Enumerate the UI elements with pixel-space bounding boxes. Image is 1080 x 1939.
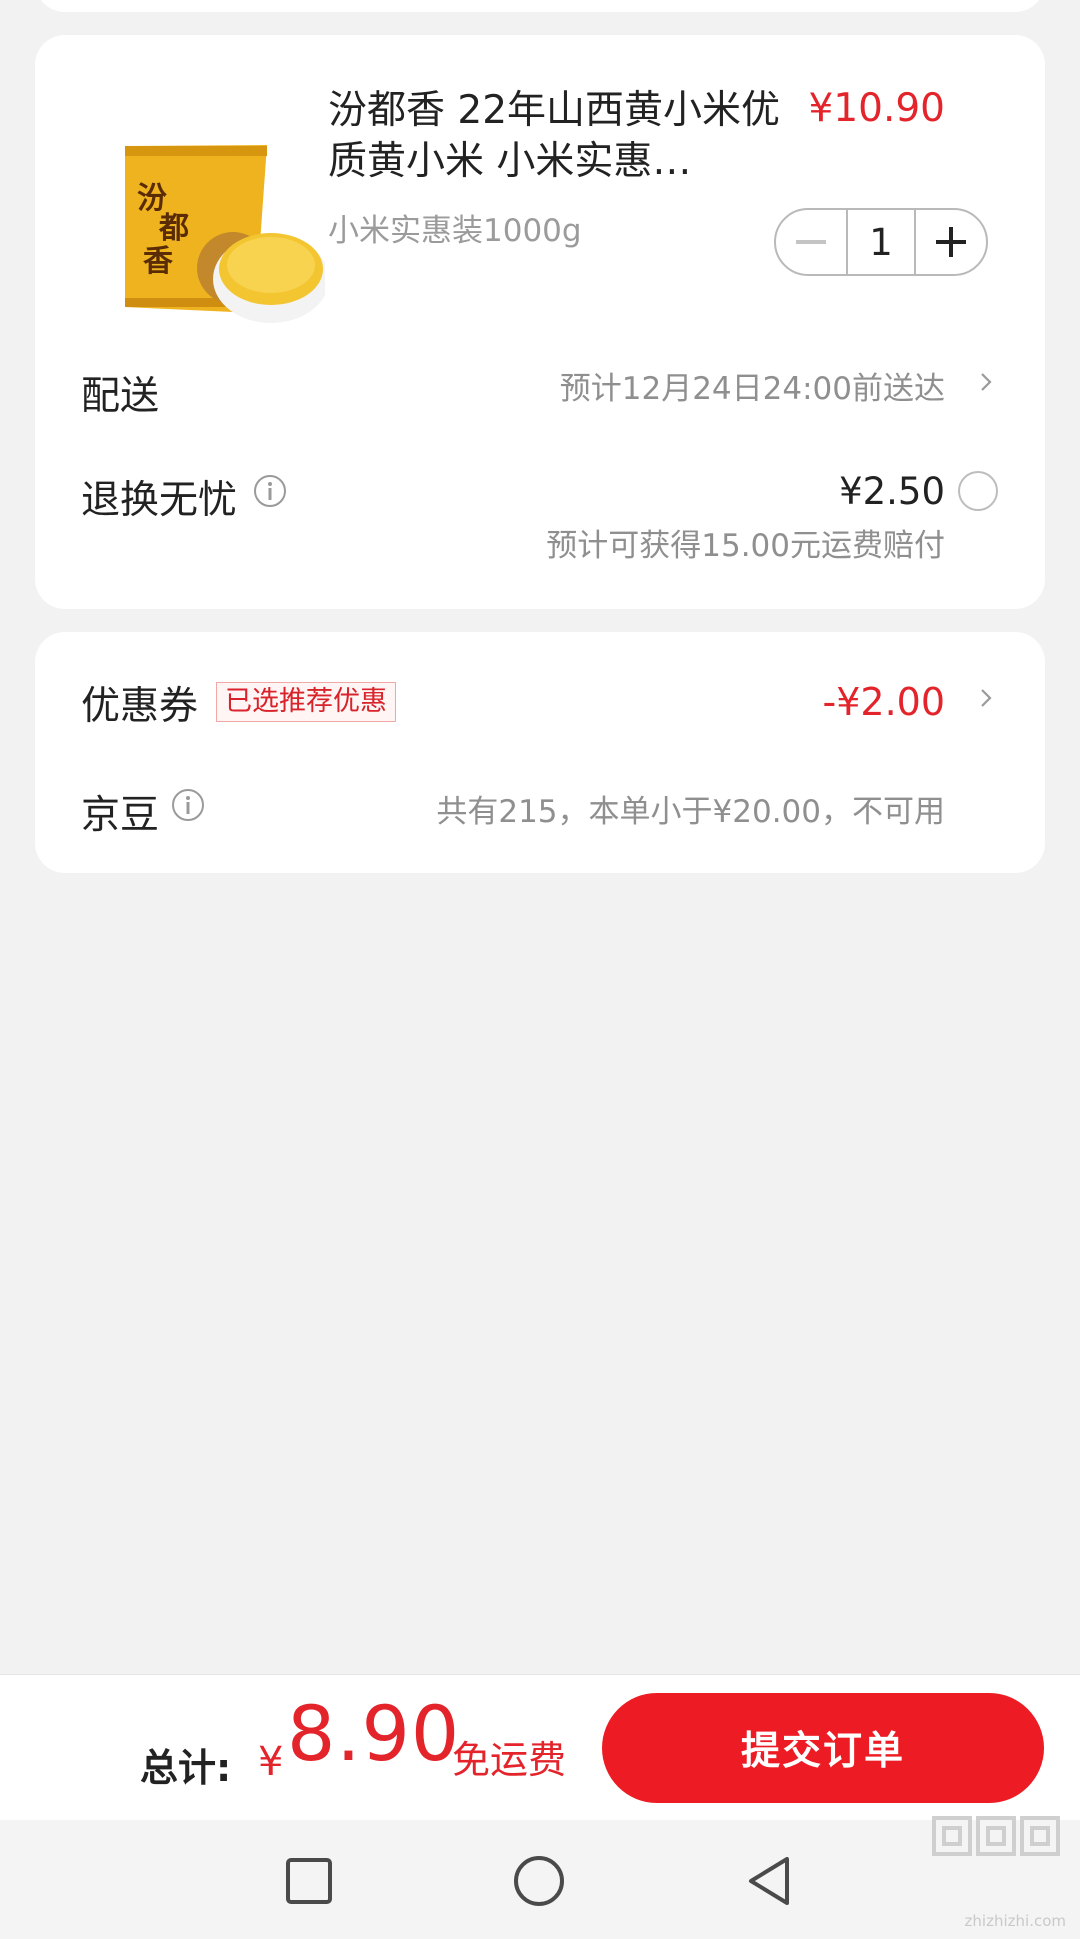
return-insurance-note: 预计可获得15.00元运费赔付 xyxy=(546,528,945,564)
jingdou-note: 共有215，本单小于¥20.00，不可用 xyxy=(436,794,945,830)
radio-icon[interactable] xyxy=(958,471,998,511)
coupon-badge: 已选推荐优惠 xyxy=(216,682,396,722)
product-image[interactable]: 汾 都 香 xyxy=(85,93,329,338)
svg-text:都: 都 xyxy=(158,211,189,246)
svg-text:香: 香 xyxy=(143,244,173,279)
order-item-card: 汾 都 香 汾都香 22年山西黄小米优质黄小米 小米实惠… ¥10.90 小米实… xyxy=(35,35,1045,609)
currency-symbol: ¥ xyxy=(258,1739,284,1785)
free-shipping-label: 免运费 xyxy=(452,1738,567,1782)
coupon-value[interactable]: -¥2.00 xyxy=(823,680,946,724)
product-title[interactable]: 汾都香 22年山西黄小米优质黄小米 小米实惠… xyxy=(328,85,798,187)
nav-back-icon[interactable] xyxy=(745,1855,793,1911)
submit-order-button[interactable]: 提交订单 xyxy=(602,1693,1044,1803)
previous-card-edge xyxy=(35,0,1045,12)
minus-icon[interactable] xyxy=(776,210,846,274)
discount-card: 优惠券 已选推荐优惠 -¥2.00 京豆 共有215，本单小于¥20.00，不可… xyxy=(35,632,1045,873)
coupon-label: 优惠券 xyxy=(81,684,199,729)
info-icon[interactable] xyxy=(171,788,205,826)
product-price: ¥10.90 xyxy=(808,86,945,131)
plus-icon[interactable] xyxy=(916,210,986,274)
nav-circle-icon[interactable] xyxy=(513,1855,565,1911)
watermark-domain: zhizhizhi.com xyxy=(964,1912,1066,1930)
quantity-value[interactable]: 1 xyxy=(846,210,916,274)
system-nav-bar: zhizhizhi.com xyxy=(0,1816,1080,1939)
jingdou-label: 京豆 xyxy=(81,793,160,838)
nav-square-icon[interactable] xyxy=(286,1858,332,1908)
product-spec[interactable]: 小米实惠装1000g xyxy=(328,205,582,250)
info-icon[interactable] xyxy=(253,474,287,512)
chevron-right-icon[interactable] xyxy=(975,687,997,713)
chevron-right-icon[interactable] xyxy=(975,371,997,397)
delivery-value[interactable]: 预计12月24日24:00前送达 xyxy=(560,363,945,408)
delivery-label: 配送 xyxy=(81,374,160,419)
return-insurance-label: 退换无忧 xyxy=(81,478,238,523)
return-insurance-price: ¥2.50 xyxy=(839,470,945,513)
total-label: 总计: xyxy=(140,1746,232,1790)
quantity-stepper[interactable]: 1 xyxy=(774,208,988,276)
checkout-bar: 总计: ¥ 8.90 免运费 提交订单 xyxy=(0,1674,1080,1821)
watermark-logo xyxy=(928,1810,1064,1862)
total-amount: 8.90 xyxy=(287,1689,461,1778)
